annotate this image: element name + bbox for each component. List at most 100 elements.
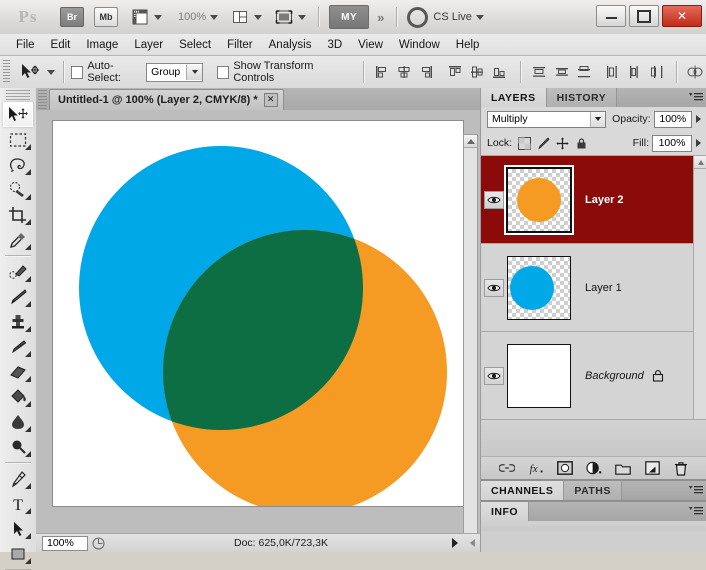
menu-view[interactable]: View [350, 37, 391, 53]
lock-image-pixels-icon[interactable] [537, 136, 550, 150]
tool-paint-bucket[interactable] [3, 384, 33, 409]
layer-thumbnail-layer-1[interactable] [507, 255, 571, 320]
status-scroll-left-arrow-icon[interactable] [464, 539, 480, 547]
align-horizontal-centers-button[interactable] [395, 62, 413, 82]
layer-name-layer-1[interactable]: Layer 1 [585, 282, 622, 294]
show-transform-controls-checkbox[interactable] [217, 65, 230, 79]
zoom-chevron-down-icon[interactable] [210, 14, 219, 20]
workspace-my-button[interactable]: MY [329, 5, 370, 29]
tools-panel-grip[interactable] [6, 90, 30, 100]
canvas-vertical-scrollbar[interactable] [463, 134, 478, 536]
layers-scroll-up-arrow-icon[interactable] [694, 156, 706, 169]
view-extras-dropdown[interactable] [118, 7, 162, 27]
layers-vertical-scrollbar[interactable] [693, 156, 706, 419]
tool-type[interactable]: T [3, 491, 33, 516]
document-tab[interactable]: Untitled-1 @ 100% (Layer 2, CMYK/8) * ✕ [49, 89, 284, 110]
tool-dodge[interactable] [3, 434, 33, 459]
tool-rectangle-shape[interactable] [3, 541, 33, 566]
lock-position-icon[interactable] [556, 136, 569, 150]
menu-file[interactable]: File [8, 37, 43, 53]
layer-row-background[interactable]: Background [481, 332, 706, 419]
layer-visibility-toggle-background[interactable] [481, 366, 507, 385]
tool-eraser[interactable] [3, 359, 33, 384]
tab-layers[interactable]: LAYERS [481, 88, 547, 107]
close-button[interactable]: ✕ [662, 5, 702, 27]
document-tab-close-icon[interactable]: ✕ [263, 93, 278, 107]
tool-rectangular-marquee[interactable] [3, 127, 33, 152]
channels-panel-menu-icon[interactable] [689, 485, 703, 496]
new-group-icon[interactable] [615, 460, 631, 476]
tab-paths[interactable]: PATHS [564, 481, 622, 500]
menu-analysis[interactable]: Analysis [261, 37, 320, 53]
mini-bridge-button[interactable]: Mb [94, 7, 118, 27]
lock-transparent-pixels-icon[interactable] [518, 136, 532, 150]
current-tool-move-icon[interactable] [14, 60, 56, 84]
options-bar-grip[interactable] [3, 60, 11, 84]
delete-layer-icon[interactable] [673, 460, 689, 476]
link-layers-icon[interactable] [499, 460, 515, 476]
new-adjustment-layer-icon[interactable] [586, 460, 602, 476]
info-panel-menu-icon[interactable] [689, 506, 703, 517]
status-preview-icon[interactable] [88, 537, 108, 550]
layer-visibility-toggle-layer-2[interactable] [481, 190, 507, 209]
opacity-slider-arrow-icon[interactable] [696, 115, 701, 123]
layer-visibility-toggle-layer-1[interactable] [481, 278, 507, 297]
canvas-area[interactable] [36, 110, 480, 536]
menu-window[interactable]: Window [391, 37, 448, 53]
minimize-button[interactable] [596, 5, 626, 27]
layer-name-layer-2[interactable]: Layer 2 [585, 194, 624, 206]
distribute-right-edges-button[interactable] [647, 62, 665, 82]
layer-row-layer-1[interactable]: Layer 1 [481, 244, 706, 332]
document-tab-grip[interactable] [38, 90, 47, 110]
distribute-left-edges-button[interactable] [603, 62, 621, 82]
auto-select-checkbox[interactable] [71, 65, 84, 79]
opacity-value[interactable]: 100% [653, 110, 692, 128]
new-layer-icon[interactable] [644, 460, 660, 476]
layer-thumbnail-background[interactable] [507, 343, 571, 408]
layer-name-background[interactable]: Background [585, 370, 644, 382]
distribute-top-edges-button[interactable] [530, 62, 548, 82]
layer-row-layer-2[interactable]: Layer 2 [481, 156, 706, 244]
workspace-more-chevrons-icon[interactable]: » [377, 10, 384, 25]
auto-select-scope-dropdown[interactable]: Group [146, 62, 204, 82]
tool-crop[interactable] [3, 202, 33, 227]
distribute-bottom-edges-button[interactable] [575, 62, 593, 82]
menu-edit[interactable]: Edit [43, 37, 79, 53]
tool-spot-healing-brush[interactable] [3, 259, 33, 284]
tool-eyedropper[interactable] [3, 227, 33, 252]
cs-live-button[interactable]: CS Live [407, 6, 484, 28]
fill-value[interactable]: 100% [652, 134, 692, 152]
auto-align-layers-button[interactable] [686, 62, 704, 82]
bridge-button[interactable]: Br [60, 7, 84, 27]
tool-quick-selection[interactable] [3, 177, 33, 202]
tool-lasso[interactable] [3, 152, 33, 177]
distribute-vertical-centers-button[interactable] [552, 62, 570, 82]
layer-thumbnail-layer-2[interactable] [504, 164, 574, 235]
add-layer-mask-icon[interactable] [557, 460, 573, 476]
status-zoom-field[interactable]: 100% [42, 535, 88, 551]
tab-channels[interactable]: CHANNELS [481, 481, 565, 500]
align-right-edges-button[interactable] [417, 62, 435, 82]
layer-list[interactable]: Layer 2 Layer 1 Background [481, 155, 706, 420]
blend-mode-dropdown[interactable]: Multiply [487, 110, 607, 128]
tab-info[interactable]: INFO [481, 502, 530, 521]
tool-pen[interactable] [3, 466, 33, 491]
tool-clone-stamp[interactable] [3, 309, 33, 334]
fill-slider-arrow-icon[interactable] [696, 139, 701, 147]
panel-menu-icon[interactable] [689, 92, 703, 103]
maximize-button[interactable] [629, 5, 659, 27]
menu-select[interactable]: Select [171, 37, 219, 53]
tool-path-selection[interactable] [3, 516, 33, 541]
align-bottom-edges-button[interactable] [490, 62, 508, 82]
arrange-documents-dropdown[interactable] [218, 7, 263, 27]
tool-brush[interactable] [3, 284, 33, 309]
menu-layer[interactable]: Layer [126, 37, 171, 53]
lock-all-icon[interactable] [575, 137, 588, 150]
tool-history-brush[interactable] [3, 334, 33, 359]
tool-blur[interactable] [3, 409, 33, 434]
menu-image[interactable]: Image [78, 37, 126, 53]
status-expand-arrow-icon[interactable] [446, 538, 464, 548]
tool-move[interactable] [3, 102, 33, 127]
menu-filter[interactable]: Filter [219, 37, 261, 53]
layer-style-fx-icon[interactable]: fx [528, 460, 544, 476]
